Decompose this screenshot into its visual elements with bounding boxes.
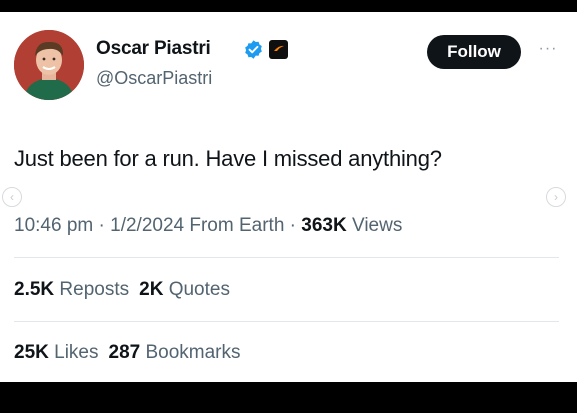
tweet-meta: 10:46 pm · 1/2/2024 From Earth · 363K Vi… xyxy=(14,215,402,237)
prev-arrow-icon[interactable]: ‹ xyxy=(2,187,22,207)
top-black-bar xyxy=(0,0,577,12)
reposts-label: Reposts xyxy=(59,279,130,300)
bookmarks-stat[interactable]: 287 Bookmarks xyxy=(109,342,241,363)
avatar-portrait-icon xyxy=(14,30,84,100)
reposts-stat[interactable]: 2.5K Reposts xyxy=(14,279,129,300)
divider xyxy=(14,257,559,258)
share-stats: 2.5K Reposts 2K Quotes xyxy=(14,279,230,301)
quotes-label: Quotes xyxy=(168,279,230,300)
avatar[interactable] xyxy=(14,30,84,100)
more-options-icon[interactable]: ··· xyxy=(536,40,560,60)
follow-button[interactable]: Follow xyxy=(427,35,521,69)
views-label: Views xyxy=(346,215,403,236)
meta-separator: · xyxy=(284,215,302,236)
next-arrow-icon[interactable]: › xyxy=(546,187,566,207)
views-count: 363K xyxy=(301,215,347,236)
tweet-card: Oscar Piastri @OscarPiastri Follow ··· J… xyxy=(0,12,577,382)
tweet-time[interactable]: 10:46 pm xyxy=(14,215,93,236)
divider xyxy=(14,321,559,322)
meta-separator: · xyxy=(93,215,111,236)
quotes-stat[interactable]: 2K Quotes xyxy=(139,279,230,300)
bookmarks-label: Bookmarks xyxy=(145,342,241,363)
tweet-text: Just been for a run. Have I missed anyth… xyxy=(14,146,442,171)
reposts-count: 2.5K xyxy=(14,279,55,300)
author-handle[interactable]: @OscarPiastri xyxy=(96,68,212,89)
bottom-black-bar xyxy=(0,382,577,413)
likes-label: Likes xyxy=(54,342,99,363)
likes-stat[interactable]: 25K Likes xyxy=(14,342,99,363)
bookmarks-count: 287 xyxy=(108,342,141,363)
author-name[interactable]: Oscar Piastri xyxy=(96,38,211,60)
engagement-stats: 25K Likes 287 Bookmarks xyxy=(14,342,241,364)
tweet-source: From Earth xyxy=(184,215,285,236)
mclaren-logo-icon xyxy=(269,40,288,59)
likes-count: 25K xyxy=(14,342,49,363)
tweet-date[interactable]: 1/2/2024 xyxy=(110,215,184,236)
quotes-count: 2K xyxy=(139,279,164,300)
verified-badge-icon xyxy=(245,40,262,59)
